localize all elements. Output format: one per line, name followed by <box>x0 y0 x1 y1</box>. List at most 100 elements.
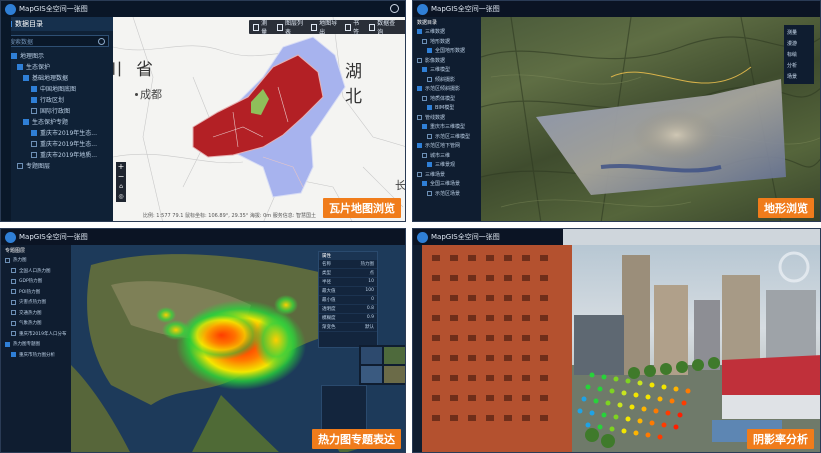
layer-checkbox[interactable] <box>417 86 422 92</box>
satellite-map[interactable]: 属性 名称 热力图 类型 点半径 10 最大值 100 最小值 0 透明度 0.8 模糊度 0.9 渐变色… <box>71 245 405 452</box>
layer-checkbox[interactable] <box>31 96 37 103</box>
property-value[interactable]: 100 <box>365 288 374 294</box>
layer-tree-item[interactable]: 示范区倾斜摄影 <box>413 84 481 94</box>
layer-tree-item[interactable]: POI热力图 <box>1 287 71 298</box>
layer-tree-item[interactable]: 中国地图底图 <box>1 83 113 94</box>
toolbar-button[interactable]: 数据查询 <box>368 18 397 36</box>
layer-tree-item[interactable]: 示范区地下管网 <box>413 141 481 151</box>
zoom-out-button[interactable]: − <box>118 172 125 182</box>
layer-tree-item[interactable]: 全国三维场景 <box>413 179 481 189</box>
layer-tree-item[interactable]: 示范区三维模型 <box>413 132 481 142</box>
layer-tree-item[interactable]: 热力图专题图 <box>1 339 71 350</box>
layer-checkbox[interactable] <box>422 67 427 73</box>
property-value[interactable]: 10 <box>368 279 374 285</box>
layer-checkbox[interactable] <box>31 107 37 114</box>
layer-tree-item[interactable]: 三维模型 <box>413 65 481 75</box>
layer-tree-item[interactable]: 生态保护 <box>1 61 113 72</box>
layer-checkbox[interactable] <box>31 140 37 147</box>
layer-checkbox[interactable] <box>427 76 432 82</box>
layer-tree-item[interactable]: 示范区场景 <box>413 189 481 199</box>
layer-checkbox[interactable] <box>5 257 10 263</box>
layer-tree-item[interactable]: 地形数据 <box>413 37 481 47</box>
layer-tree-item[interactable]: 专题图层 <box>1 160 113 171</box>
compass-icon[interactable]: ◎ <box>118 192 123 202</box>
layer-tree-item[interactable]: 重庆市2019年地质... <box>1 149 113 160</box>
layer-tree-item[interactable]: 倾斜摄影 <box>413 75 481 85</box>
layer-tree-item[interactable]: 热力图 <box>1 255 71 266</box>
layer-tree-item[interactable]: 地质体模型 <box>413 94 481 104</box>
layer-checkbox[interactable] <box>11 52 17 59</box>
search-input[interactable]: 搜索数据 <box>9 37 33 46</box>
toolbar-button[interactable]: 地图导出 <box>310 18 339 36</box>
layer-checkbox[interactable] <box>11 331 16 337</box>
layer-checkbox[interactable] <box>23 74 29 81</box>
thumbnail[interactable] <box>384 366 405 383</box>
thumbnail[interactable] <box>384 347 405 364</box>
layer-checkbox[interactable] <box>11 289 16 295</box>
home-icon[interactable]: ⌂ <box>119 182 123 192</box>
toolbar-button[interactable]: 测量 <box>253 18 271 36</box>
property-value[interactable]: 默认 <box>365 324 374 330</box>
layer-checkbox[interactable] <box>417 29 422 35</box>
layer-tree-item[interactable]: 重庆市热力图分析 <box>1 350 71 361</box>
layer-tree-item[interactable]: 重庆市2019年生态... <box>1 138 113 149</box>
layer-checkbox[interactable] <box>11 278 16 284</box>
layer-checkbox[interactable] <box>422 152 427 158</box>
thumbnail[interactable] <box>361 347 382 364</box>
layer-checkbox[interactable] <box>11 310 16 316</box>
user-icon[interactable] <box>390 4 399 13</box>
layer-checkbox[interactable] <box>5 341 10 347</box>
layer-tree-item[interactable]: 三维景观 <box>413 160 481 170</box>
layer-tree-item[interactable]: GDP热力图 <box>1 276 71 287</box>
layer-checkbox[interactable] <box>422 38 427 44</box>
search-box[interactable]: 搜索数据 <box>5 35 109 47</box>
layer-checkbox[interactable] <box>427 133 432 139</box>
scene-tool-item[interactable]: 漫游 <box>784 38 814 49</box>
layer-checkbox[interactable] <box>417 171 422 177</box>
layer-tree-item[interactable]: 全国人口热力图 <box>1 266 71 277</box>
layer-tree-item[interactable]: 气象热力图 <box>1 318 71 329</box>
layer-tree-item[interactable]: 行政区划 <box>1 94 113 105</box>
toolbar-button[interactable]: 图层列表 <box>276 18 305 36</box>
property-value[interactable]: 0.8 <box>367 306 374 312</box>
layer-tree-item[interactable]: 重庆市2019年生态... <box>1 127 113 138</box>
map-canvas[interactable]: 川省 湖北 成都 长 测量 图层列表地图导出书签 数据查询 + − ⌂ ◎ 比例: … <box>113 17 405 221</box>
layer-tree-item[interactable]: 三维数据 <box>413 27 481 37</box>
layer-tree-item[interactable]: 管线数据 <box>413 113 481 123</box>
zoom-in-button[interactable]: + <box>118 162 125 172</box>
terrain-scene[interactable]: 测量 漫游 标绘 分析 场景 <box>481 17 820 221</box>
scene-tool-item[interactable]: 分析 <box>784 60 814 71</box>
layer-tree-item[interactable]: 影像数据 <box>413 56 481 66</box>
scene-tool-item[interactable]: 场景 <box>784 71 814 82</box>
layer-tree-item[interactable]: 城市三维 <box>413 151 481 161</box>
property-value[interactable]: 0.9 <box>367 315 374 321</box>
layer-checkbox[interactable] <box>427 190 432 196</box>
layer-tree-item[interactable]: 交通热力图 <box>1 308 71 319</box>
property-value[interactable]: 热力图 <box>361 261 375 267</box>
layer-checkbox[interactable] <box>17 63 23 70</box>
layer-checkbox[interactable] <box>31 129 37 136</box>
layer-checkbox[interactable] <box>417 143 422 149</box>
layer-checkbox[interactable] <box>11 320 16 326</box>
layer-tree-item[interactable]: BIM模型 <box>413 103 481 113</box>
layer-checkbox[interactable] <box>427 48 432 54</box>
layer-tree-item[interactable]: 重庆市三维模型 <box>413 122 481 132</box>
layer-tree-item[interactable]: 全国地形数据 <box>413 46 481 56</box>
layer-checkbox[interactable] <box>427 162 432 168</box>
layer-checkbox[interactable] <box>422 181 427 187</box>
layer-checkbox[interactable] <box>31 151 37 158</box>
layer-checkbox[interactable] <box>422 95 427 101</box>
layer-tree-item[interactable]: 地理图示 <box>1 50 113 61</box>
layer-tree-item[interactable]: 灾害点热力图 <box>1 297 71 308</box>
layer-checkbox[interactable] <box>31 85 37 92</box>
layer-tree-item[interactable]: 三维场景 <box>413 170 481 180</box>
layer-checkbox[interactable] <box>23 118 29 125</box>
layer-tree-item[interactable]: 重庆市2019年人口分布 <box>1 329 71 340</box>
layer-tree-item[interactable]: 国际行政图 <box>1 105 113 116</box>
property-value[interactable]: 0 <box>371 297 374 303</box>
layer-checkbox[interactable] <box>427 105 432 111</box>
toolbar-button[interactable]: 书签 <box>345 18 363 36</box>
layer-checkbox[interactable] <box>422 124 427 130</box>
layer-checkbox[interactable] <box>11 352 16 358</box>
layer-checkbox[interactable] <box>417 114 422 120</box>
